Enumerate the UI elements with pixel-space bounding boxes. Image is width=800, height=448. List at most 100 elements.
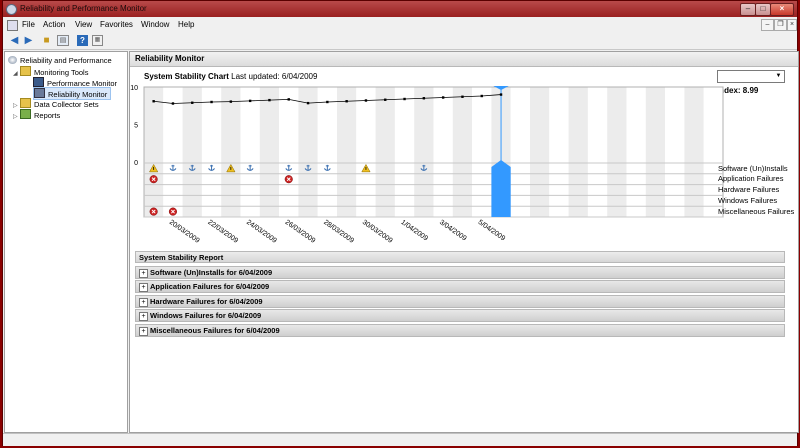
expand-plus-icon[interactable]: + bbox=[139, 312, 148, 321]
chart-column-band bbox=[182, 87, 202, 217]
collapse-arrow-icon[interactable]: ◢ bbox=[13, 69, 20, 80]
chart-column-band bbox=[240, 87, 260, 217]
report-icon bbox=[20, 109, 31, 119]
chart-column-band bbox=[375, 87, 395, 217]
title-bar[interactable]: Reliability and Performance Monitor – □ … bbox=[3, 1, 797, 17]
chart-column-band bbox=[317, 87, 337, 217]
chart-column-band bbox=[337, 87, 357, 217]
expand-plus-icon[interactable]: + bbox=[139, 298, 148, 307]
folder-icon bbox=[20, 66, 31, 76]
show-hide-tree-icon[interactable]: ▤ bbox=[57, 35, 69, 46]
properties-icon[interactable]: ▦ bbox=[92, 35, 103, 46]
chart-icon bbox=[33, 77, 44, 87]
stability-point bbox=[268, 98, 271, 102]
chart-column-band bbox=[433, 87, 453, 217]
folder-icon bbox=[20, 98, 31, 108]
status-bar bbox=[3, 433, 797, 446]
chevron-down-icon[interactable]: ▼ bbox=[774, 72, 783, 81]
menu-window[interactable]: Window bbox=[141, 20, 169, 29]
chart-column-band bbox=[530, 87, 550, 217]
row-label-software: Software (Un)Installs bbox=[718, 164, 788, 173]
chart-column-band bbox=[568, 87, 588, 217]
stability-point bbox=[210, 100, 213, 104]
tree-node-reports-label: Reports bbox=[34, 111, 61, 120]
chart-column-band bbox=[414, 87, 434, 217]
row-label-application: Application Failures bbox=[718, 174, 784, 183]
date-label: 24/03/2009 bbox=[245, 219, 278, 245]
date-label: 30/03/2009 bbox=[361, 219, 394, 245]
expand-arrow-icon[interactable]: ▷ bbox=[13, 112, 20, 123]
chart-column-band bbox=[684, 87, 704, 217]
row-label-misc: Miscellaneous Failures bbox=[718, 207, 795, 216]
tree-node-monitoring-tools[interactable]: ◢ Monitoring Tools bbox=[13, 66, 88, 77]
maximize-button[interactable]: □ bbox=[755, 3, 771, 16]
chart-column-band bbox=[607, 87, 627, 217]
stability-chart[interactable]: 10 5 0 20/03/2009 22/03/2009 24/03/2009 26/03/… bbox=[130, 82, 798, 247]
stability-point bbox=[287, 98, 290, 101]
menu-view[interactable]: View bbox=[75, 20, 92, 29]
expand-plus-icon[interactable]: + bbox=[139, 283, 148, 292]
report-row-windows[interactable]: + Windows Failures for 6/04/2009 bbox=[135, 309, 785, 322]
date-label: 22/03/2009 bbox=[206, 219, 239, 245]
back-arrow-icon[interactable]: ◀ bbox=[9, 35, 20, 46]
menu-bar: File Action View Favorites Window Help –… bbox=[3, 17, 797, 32]
forward-arrow-icon[interactable]: ▶ bbox=[23, 35, 34, 46]
chart-icon bbox=[34, 88, 45, 98]
stability-point bbox=[422, 97, 426, 100]
reliability-monitor-panel: Reliability Monitor System Stability Cha… bbox=[129, 51, 799, 433]
chart-column-band bbox=[472, 87, 492, 217]
app-icon bbox=[6, 4, 17, 15]
stability-point bbox=[384, 98, 387, 101]
close-button[interactable]: × bbox=[770, 3, 794, 16]
report-row-hardware[interactable]: + Hardware Failures for 6/04/2009 bbox=[135, 295, 785, 308]
menu-action[interactable]: Action bbox=[43, 20, 65, 29]
report-row-label: Application Failures for 6/04/2009 bbox=[150, 282, 270, 291]
chart-column-band bbox=[549, 87, 569, 217]
mdi-restore-button[interactable]: ❐ bbox=[774, 19, 787, 31]
report-row-label: Miscellaneous Failures for 6/04/2009 bbox=[150, 326, 280, 335]
expand-plus-icon[interactable]: + bbox=[139, 269, 148, 278]
chart-column-band bbox=[356, 87, 376, 217]
chart-last-updated: Last updated: 6/04/2009 bbox=[231, 72, 318, 81]
chart-column-band bbox=[298, 87, 318, 217]
chart-column-band bbox=[163, 87, 183, 217]
menu-favorites[interactable]: Favorites bbox=[100, 20, 133, 29]
tree-node-data-collector-sets[interactable]: ▷ Data Collector Sets bbox=[13, 98, 99, 109]
mdi-minimize-button[interactable]: – bbox=[761, 19, 774, 31]
chart-column-band bbox=[626, 87, 646, 217]
report-row-label: Windows Failures for 6/04/2009 bbox=[150, 311, 262, 320]
report-row-application[interactable]: + Application Failures for 6/04/2009 bbox=[135, 280, 785, 293]
chart-column-band bbox=[452, 87, 473, 217]
report-row-misc[interactable]: + Miscellaneous Failures for 6/04/2009 bbox=[135, 324, 785, 337]
stability-point bbox=[306, 101, 310, 105]
stability-point bbox=[191, 101, 194, 104]
stability-point bbox=[171, 102, 175, 105]
panel-header: Reliability Monitor bbox=[130, 52, 798, 67]
date-label: 20/03/2009 bbox=[168, 219, 201, 245]
minimize-button[interactable]: – bbox=[740, 3, 756, 16]
y-tick-label: 0 bbox=[134, 160, 138, 167]
chart-column-band bbox=[510, 87, 530, 217]
stability-point bbox=[364, 99, 368, 102]
y-tick-label: 10 bbox=[130, 85, 138, 92]
chart-title-text: System Stability Chart bbox=[144, 72, 229, 81]
date-label: 3/04/2009 bbox=[438, 219, 468, 243]
menu-help[interactable]: Help bbox=[178, 20, 194, 29]
stability-point bbox=[403, 97, 406, 101]
date-label: 1/04/2009 bbox=[399, 219, 429, 243]
mdi-close-button[interactable]: × bbox=[787, 19, 797, 31]
chart-column-band bbox=[259, 87, 280, 217]
help-icon[interactable]: ? bbox=[77, 35, 88, 46]
tree-node-reports[interactable]: ▷ Reports bbox=[13, 109, 60, 120]
tree-node-monitoring-tools-label: Monitoring Tools bbox=[34, 68, 89, 77]
report-row-label: Software (Un)Installs for 6/04/2009 bbox=[150, 268, 273, 277]
chart-title: System Stability Chart Last updated: 6/0… bbox=[144, 72, 317, 81]
stability-point bbox=[345, 100, 348, 103]
report-row-software[interactable]: + Software (Un)Installs for 6/04/2009 bbox=[135, 266, 785, 279]
tree-node-data-collector-sets-label: Data Collector Sets bbox=[34, 100, 99, 109]
tree-node-root[interactable]: Reliability and Performance bbox=[8, 55, 112, 66]
expand-plus-icon[interactable]: + bbox=[139, 327, 148, 336]
up-folder-icon[interactable]: ■ bbox=[41, 35, 52, 46]
menu-file[interactable]: File bbox=[22, 20, 35, 29]
stability-point bbox=[152, 100, 155, 103]
